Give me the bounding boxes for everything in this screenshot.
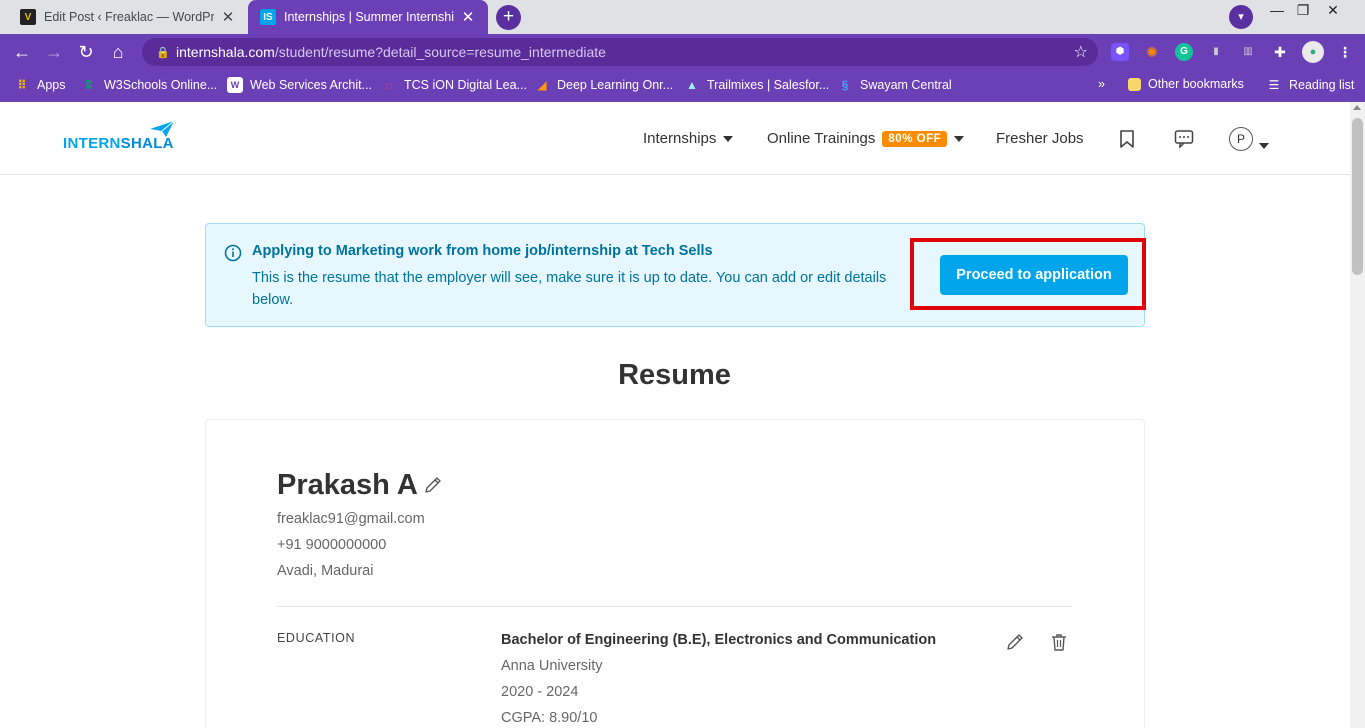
bookmark-w3schools[interactable]: ʬ W3Schools Online...: [81, 77, 217, 93]
education-institution: Anna University: [501, 658, 603, 674]
close-tab-icon[interactable]: ✕: [460, 8, 476, 26]
close-tab-icon[interactable]: ✕: [220, 8, 236, 26]
close-window-icon[interactable]: ✕: [1318, 2, 1348, 19]
bookmark-icon[interactable]: [1116, 128, 1138, 150]
profile-avatar-icon[interactable]: ●: [1302, 41, 1324, 63]
logo-text: INTERNSHALA: [63, 135, 174, 152]
w3schools-icon: ʬ: [85, 78, 93, 92]
caret-down-icon: [723, 135, 734, 142]
page-title: Resume: [618, 359, 731, 391]
url-host: internshala.com: [176, 44, 275, 60]
url-path: /student/resume?detail_source=resume_int…: [274, 44, 606, 60]
folder-icon: [1128, 77, 1141, 91]
nav-label: Internships: [643, 130, 717, 147]
reading-list[interactable]: ☰ Reading list: [1266, 77, 1355, 93]
resume-email: freaklac91@gmail.com: [277, 511, 425, 527]
bookmark-label: Deep Learning Onr...: [557, 78, 674, 92]
bookmark-label: Trailmixes | Salesfor...: [707, 78, 830, 92]
bookmark-label: Swayam Central: [860, 78, 952, 92]
restore-icon[interactable]: ❐: [1288, 2, 1318, 19]
bookmark-trailmixes[interactable]: ▲ Trailmixes | Salesfor...: [684, 77, 829, 93]
swayam-icon: §: [841, 78, 849, 92]
caret-down-icon: [954, 135, 965, 142]
extensions-puzzle-icon[interactable]: ✚: [1271, 43, 1289, 61]
bookmarks-bar: ⠿ Apps ʬ W3Schools Online... W Web Servi…: [0, 70, 1365, 102]
bookmark-swayam[interactable]: § Swayam Central: [837, 77, 952, 93]
address-bar[interactable]: 🔒 internshala.com/student/resume?detail_…: [142, 38, 1098, 66]
forward-icon[interactable]: →: [43, 41, 65, 63]
bookmark-label: Other bookmarks: [1148, 77, 1244, 91]
bookmark-tcs-ion[interactable]: ◌ TCS iON Digital Lea...: [381, 77, 527, 93]
nav-online-trainings[interactable]: Online Trainings 80% OFF: [767, 130, 965, 147]
avatar-caret-down-icon[interactable]: [1259, 136, 1269, 154]
bookmark-label: TCS iON Digital Lea...: [404, 78, 527, 92]
internshala-favicon-icon: IS: [260, 9, 276, 25]
bookmark-web-services[interactable]: W Web Services Archit...: [227, 77, 372, 93]
bookmark-apps[interactable]: ⠿ Apps: [14, 77, 66, 93]
nav-label: Online Trainings: [767, 130, 876, 147]
extension-icon[interactable]: ⬢: [1111, 43, 1129, 61]
extension-icon[interactable]: ▥: [1239, 43, 1257, 61]
bookmark-label: Web Services Archit...: [250, 78, 373, 92]
banner-body: This is the resume that the employer wil…: [252, 270, 887, 308]
education-degree: Bachelor of Engineering (B.E), Electroni…: [501, 632, 937, 648]
tab-wordpress[interactable]: V Edit Post ‹ Freaklac — WordPress ✕: [8, 0, 248, 34]
extension-icon[interactable]: ✺: [1143, 43, 1161, 61]
bookmark-label: Reading list: [1289, 78, 1355, 92]
delete-trash-icon[interactable]: [1049, 632, 1069, 652]
nav-internships[interactable]: Internships: [643, 130, 734, 147]
bookmark-label: Apps: [37, 78, 66, 92]
other-bookmarks[interactable]: Other bookmarks: [1128, 77, 1244, 91]
bookmark-deep-learning[interactable]: ◢ Deep Learning Onr...: [534, 77, 673, 93]
scrollbar-thumb[interactable]: [1352, 118, 1363, 275]
section-divider: [277, 606, 1072, 607]
scroll-up-arrow-icon[interactable]: [1353, 105, 1361, 110]
apps-grid-icon: ⠿: [17, 78, 27, 92]
education-years: 2020 - 2024: [501, 684, 579, 700]
edit-pencil-icon[interactable]: [1005, 632, 1025, 652]
back-icon[interactable]: ←: [11, 41, 33, 63]
info-icon: [224, 244, 242, 262]
proceed-to-application-button[interactable]: Proceed to application: [940, 255, 1128, 295]
bookmarks-overflow-icon[interactable]: »: [1098, 77, 1105, 91]
discount-badge: 80% OFF: [882, 130, 948, 147]
grammarly-icon[interactable]: G: [1175, 43, 1193, 61]
banner-title: Applying to Marketing work from home job…: [252, 243, 713, 259]
home-icon[interactable]: ⌂: [107, 41, 129, 63]
tab-search-icon[interactable]: ▾: [1229, 5, 1253, 29]
tab-title: Internships | Summer Internship: [284, 10, 454, 24]
nav-fresher-jobs[interactable]: Fresher Jobs: [996, 130, 1084, 147]
ws-icon: W: [227, 77, 243, 93]
resume-phone: +91 9000000000: [277, 537, 387, 553]
messages-icon[interactable]: [1173, 128, 1195, 150]
tab-internshala[interactable]: IS Internships | Summer Internship ✕: [248, 0, 488, 34]
deep-learning-icon: ◢: [537, 78, 547, 92]
browser-tab-bar: V Edit Post ‹ Freaklac — WordPress ✕ IS …: [0, 0, 1365, 34]
user-avatar[interactable]: P: [1229, 127, 1253, 151]
bookmark-star-icon[interactable]: ☆: [1074, 42, 1088, 62]
site-header: INTERNSHALA Internships Online Trainings…: [0, 102, 1350, 175]
bookmark-label: W3Schools Online...: [104, 78, 218, 92]
education-section-label: EDUCATION: [277, 631, 356, 645]
new-tab-button[interactable]: +: [496, 5, 521, 30]
resume-name: Prakash A: [277, 469, 418, 501]
tcs-ion-icon: ◌: [385, 77, 393, 93]
reading-list-icon: ☰: [1268, 78, 1280, 92]
edit-pencil-icon[interactable]: [423, 475, 443, 495]
resume-location: Avadi, Madurai: [277, 563, 374, 579]
reload-icon[interactable]: ↻: [75, 41, 97, 63]
page-scrollbar[interactable]: [1350, 102, 1365, 728]
education-score: CGPA: 8.90/10: [501, 710, 598, 726]
menu-kebab-icon[interactable]: ⋮: [1336, 43, 1354, 61]
trailhead-icon: ▲: [686, 78, 698, 92]
extension-icon[interactable]: ▮: [1207, 43, 1225, 61]
browser-toolbar: ← → ↻ ⌂ 🔒 internshala.com/student/resume…: [0, 34, 1365, 70]
lock-icon: 🔒: [156, 46, 170, 59]
tab-title: Edit Post ‹ Freaklac — WordPress: [44, 10, 214, 24]
wordpress-theme-icon: V: [20, 9, 36, 25]
